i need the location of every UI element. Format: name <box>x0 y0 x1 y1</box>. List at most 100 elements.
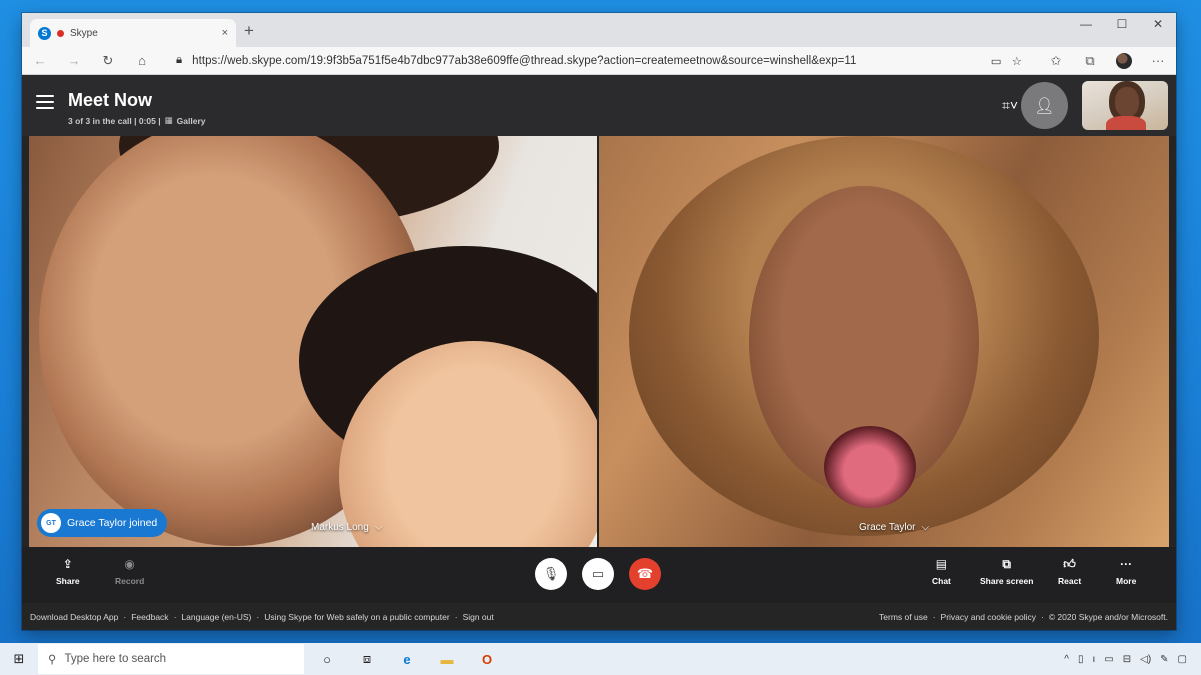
chat-button[interactable]: ▤ Chat <box>932 557 951 586</box>
terms-link[interactable]: Terms of use <box>879 612 928 622</box>
window-controls: — ☐ ✕ <box>1068 13 1176 41</box>
new-tab-button[interactable]: + <box>244 21 254 41</box>
pen-icon[interactable]: ✎ <box>1160 654 1168 665</box>
windows-taskbar: ⊞ ⚲ Type here to search ○ ⧈ e ▬ O ^ ▯ ı … <box>0 643 1201 675</box>
more-button[interactable]: ··· More <box>1116 557 1136 586</box>
system-tray: ^ ▯ ı ▭ ⊟ ◁) ✎ ▢ <box>1064 654 1201 665</box>
search-icon: ⚲ <box>48 654 57 666</box>
language-link[interactable]: Language (en-US) <box>181 612 251 622</box>
taskbar-apps: ○ ⧈ e ▬ O <box>316 651 498 667</box>
edge-icon[interactable]: e <box>396 652 418 667</box>
chevron-down-icon: ⌵ <box>921 522 930 533</box>
end-call-icon: ☎︎ <box>636 566 654 581</box>
sign-out-link[interactable]: Sign out <box>463 612 494 622</box>
file-explorer-icon[interactable]: ▬ <box>436 652 458 667</box>
refresh-icon[interactable]: ↻ <box>100 53 116 69</box>
react-button[interactable]: 👍︎ React <box>1058 557 1081 586</box>
video-tile-grace[interactable]: Grace Taylor ⌵ <box>599 136 1169 547</box>
close-tab-icon[interactable]: × <box>222 27 228 39</box>
video-tile-markus[interactable]: GT Grace Taylor joined Markus Long ⌵ <box>29 136 597 547</box>
back-icon[interactable]: ← <box>32 53 48 68</box>
volume-icon[interactable]: ◁) <box>1140 654 1151 665</box>
hamburger-icon[interactable] <box>36 95 54 109</box>
maximize-button[interactable]: ☐ <box>1104 13 1140 41</box>
chevron-down-icon: ⌵ <box>374 522 383 533</box>
call-status: 3 of 3 in the call | 0:05 | ▦ Gallery <box>68 115 205 126</box>
meeting-title: Meet Now <box>68 90 153 110</box>
participant-name-label: Grace Taylor <box>859 522 916 533</box>
toast-avatar: GT <box>41 513 61 533</box>
feedback-link[interactable]: Feedback <box>131 612 168 622</box>
browser-window: S Skype × + — ☐ ✕ ← → ↻ ⌂ 🔒︎ https://web… <box>22 13 1176 630</box>
windows-start-icon[interactable]: ⊞ <box>0 651 38 667</box>
browser-toolbar: ← → ↻ ⌂ 🔒︎ https://web.skype.com/19:9f3b… <box>22 47 1176 75</box>
browser-tab-skype[interactable]: S Skype × <box>30 19 236 47</box>
join-toast: GT Grace Taylor joined <box>37 509 168 537</box>
record-icon: ◉ <box>124 557 135 571</box>
share-screen-button[interactable]: ⧉ Share screen <box>980 557 1033 586</box>
mic-icon: 🎙︎ <box>542 566 560 581</box>
gallery-icon[interactable]: ▦ <box>165 115 173 126</box>
record-button[interactable]: ◉ Record <box>115 557 144 586</box>
tab-title: Skype <box>70 27 98 39</box>
share-button[interactable]: ⇪ Share <box>56 557 80 586</box>
recording-dot-icon <box>57 29 64 37</box>
cortana-icon[interactable]: ○ <box>316 652 338 667</box>
self-view-thumbnail[interactable] <box>1082 81 1168 130</box>
add-people-button[interactable]: 👤︎ <box>1021 82 1068 129</box>
toast-text: Grace Taylor joined <box>67 517 158 529</box>
video-gallery: GT Grace Taylor joined Markus Long ⌵ Gra… <box>29 136 1169 547</box>
mic-tray-icon[interactable]: ı <box>1093 654 1096 665</box>
footer-right-links: Terms of use · Privacy and cookie policy… <box>879 611 1168 622</box>
privacy-link[interactable]: Privacy and cookie policy <box>941 612 1036 622</box>
video-button[interactable]: ▭ <box>582 558 614 590</box>
download-desktop-link[interactable]: Download Desktop App <box>30 612 118 622</box>
react-icon: 👍︎ <box>1063 557 1076 571</box>
more-icon: ··· <box>1120 557 1133 571</box>
close-window-button[interactable]: ✕ <box>1140 13 1176 41</box>
chevron-up-icon[interactable]: ^ <box>1064 654 1069 665</box>
footer-left-links: Download Desktop App · Feedback · Langua… <box>30 611 494 622</box>
address-text: https://web.skype.com/19:9f3b5a751f5e4b7… <box>192 54 857 67</box>
network-icon[interactable]: ⊟ <box>1123 654 1131 665</box>
video-icon: ▭ <box>591 566 605 581</box>
taskbar-search-box[interactable]: ⚲ Type here to search <box>38 644 304 674</box>
tab-strip: S Skype × + — ☐ ✕ <box>22 13 1176 47</box>
chat-icon: ▤ <box>935 557 948 571</box>
safety-link[interactable]: Using Skype for Web safely on a public c… <box>264 612 450 622</box>
share-screen-icon: ⧉ <box>1002 557 1011 571</box>
call-header: Meet Now 3 of 3 in the call | 0:05 | ▦ G… <box>22 75 1176 136</box>
participant-name-left[interactable]: Markus Long ⌵ <box>311 522 382 533</box>
add-people-icon: 👤︎ <box>1034 97 1055 115</box>
mic-button[interactable]: 🎙︎ <box>535 558 567 590</box>
settings-more-icon[interactable]: ··· <box>1150 53 1166 68</box>
collections-icon[interactable]: ⧉ <box>1082 53 1098 69</box>
favorites-icon[interactable]: ✩ <box>1048 53 1064 69</box>
profile-avatar[interactable] <box>1116 52 1132 69</box>
office-icon[interactable]: O <box>476 652 498 667</box>
copyright-text: © 2020 Skype and/or Microsoft. <box>1048 611 1168 622</box>
battery-icon[interactable]: ▯ <box>1078 654 1084 665</box>
participant-name-label: Markus Long <box>311 522 369 533</box>
notifications-icon[interactable]: ▢ <box>1178 654 1187 665</box>
forward-icon[interactable]: → <box>66 53 82 68</box>
skype-footer: Download Desktop App · Feedback · Langua… <box>22 603 1176 630</box>
camera-indicator-icon[interactable]: ▭ <box>991 54 1002 68</box>
usb-icon[interactable]: ▭ <box>1104 654 1113 665</box>
share-icon: ⇪ <box>62 557 73 571</box>
lock-icon: 🔒︎ <box>176 54 183 66</box>
participant-name-right[interactable]: Grace Taylor ⌵ <box>859 522 929 533</box>
home-icon[interactable]: ⌂ <box>134 53 150 68</box>
view-mode[interactable]: Gallery <box>177 116 206 126</box>
minimize-button[interactable]: — <box>1068 13 1104 41</box>
skype-logo-icon: S <box>38 26 51 40</box>
favorite-star-icon[interactable]: ☆ <box>1012 54 1022 68</box>
end-call-button[interactable]: ☎︎ <box>629 558 661 590</box>
task-view-icon[interactable]: ⧈ <box>356 651 378 667</box>
address-bar[interactable]: 🔒︎ https://web.skype.com/19:9f3b5a751f5e… <box>168 50 1030 72</box>
search-placeholder: Type here to search <box>64 653 167 665</box>
call-info: 3 of 3 in the call | 0:05 | <box>68 115 161 126</box>
call-controls: ⇪ Share ◉ Record 🎙︎ ▭ ☎︎ ▤ Chat ⧉ Share … <box>22 547 1176 603</box>
skype-app: Meet Now 3 of 3 in the call | 0:05 | ▦ G… <box>22 75 1176 630</box>
layout-icon[interactable]: ⌗˅ <box>1002 97 1018 114</box>
